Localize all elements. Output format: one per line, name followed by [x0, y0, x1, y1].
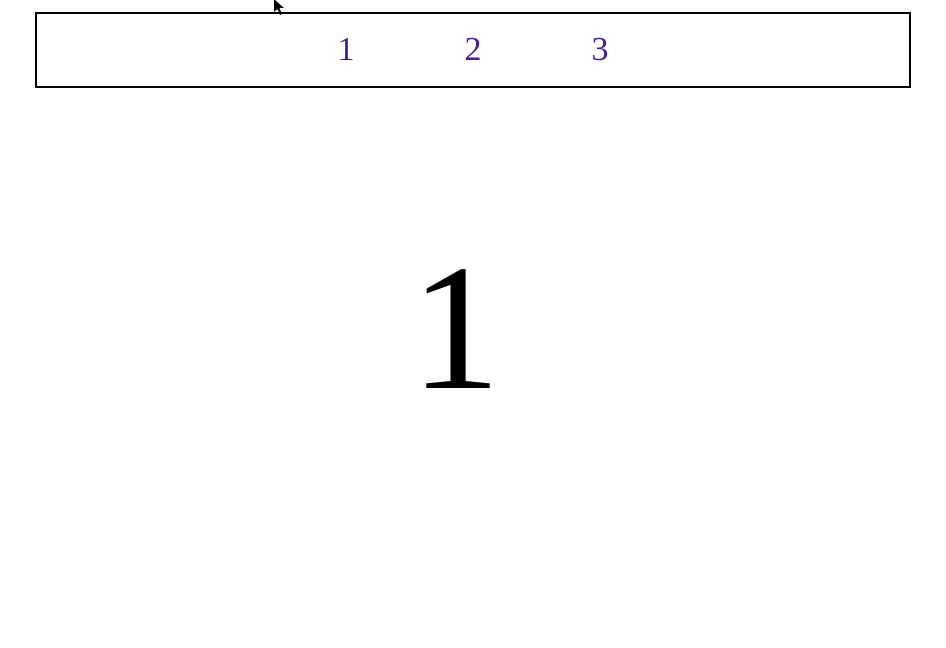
content-inner: 1: [0, 88, 911, 648]
nav-link-3[interactable]: 3: [592, 31, 609, 69]
page-wrapper: 1 2 3 1: [0, 0, 946, 648]
nav-bar: 1 2 3: [35, 12, 911, 88]
content-scroll-area[interactable]: 1: [0, 88, 911, 648]
section-heading: 1: [0, 238, 911, 418]
nav-link-2[interactable]: 2: [465, 31, 482, 69]
nav-link-1[interactable]: 1: [338, 31, 355, 69]
